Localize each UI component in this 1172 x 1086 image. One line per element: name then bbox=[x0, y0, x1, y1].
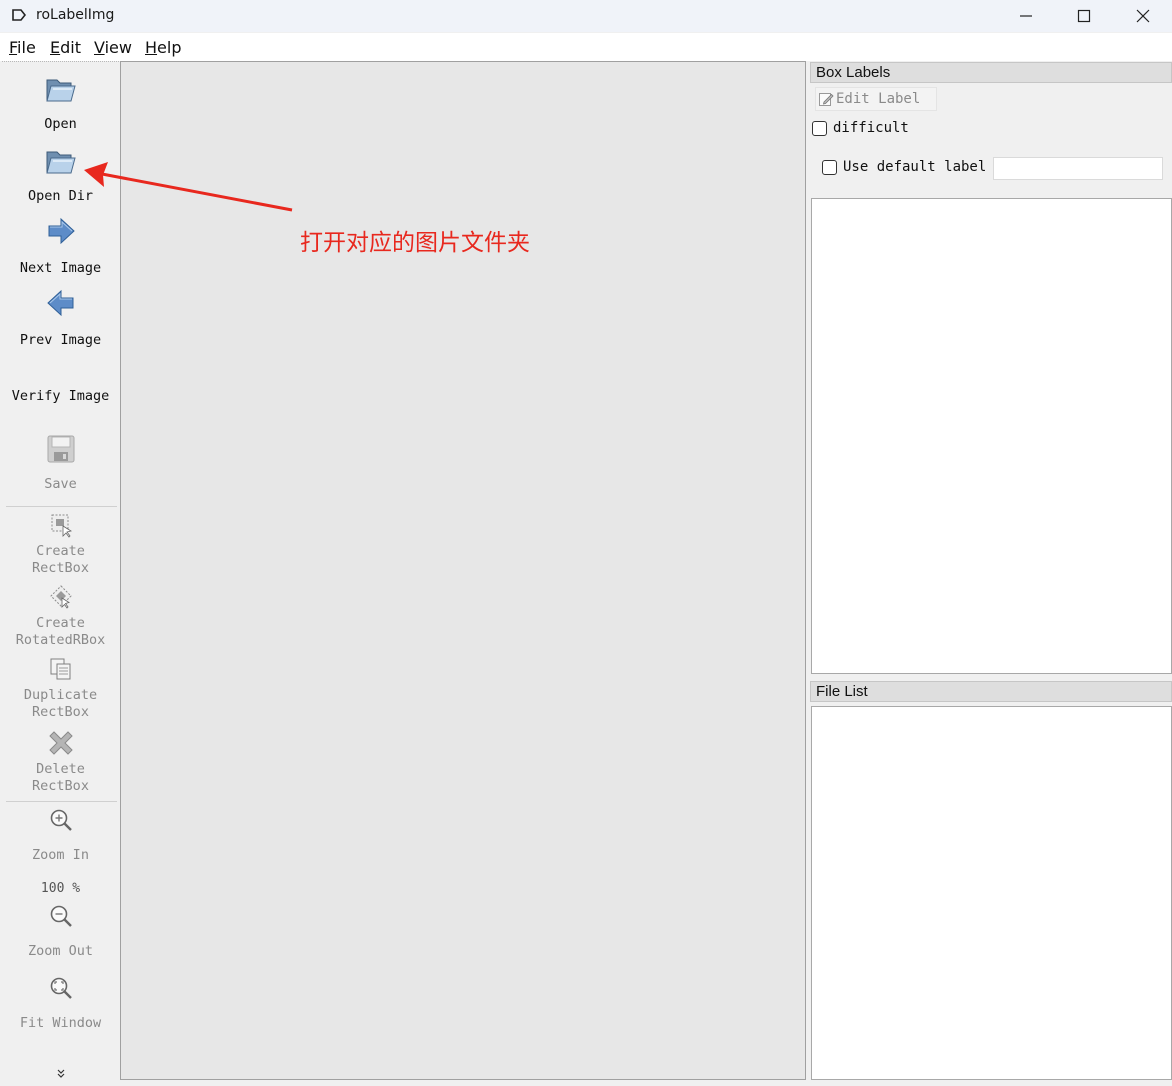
open-dir-button[interactable]: Open Dir bbox=[2, 144, 119, 205]
annotation-text: 打开对应的图片文件夹 bbox=[300, 230, 530, 256]
zoom-value-field[interactable]: 100 % bbox=[2, 878, 119, 900]
save-label: Save bbox=[44, 476, 77, 492]
menu-help[interactable]: Help bbox=[145, 38, 181, 57]
fit-window-icon bbox=[50, 977, 72, 999]
app-icon bbox=[12, 9, 26, 21]
window-title: roLabelImg bbox=[36, 7, 115, 23]
menu-file[interactable]: File bbox=[9, 38, 36, 57]
minimize-button[interactable] bbox=[997, 0, 1055, 32]
menu-bar: File Edit View Help bbox=[0, 33, 1172, 61]
delete-rectbox-label-line2: RectBox bbox=[32, 778, 89, 794]
fit-window-button[interactable]: Fit Window bbox=[2, 975, 119, 1032]
delete-rectbox-button[interactable]: Delete RectBox bbox=[2, 728, 119, 795]
difficult-checkbox[interactable] bbox=[812, 121, 827, 136]
open-label: Open bbox=[44, 116, 77, 132]
create-rotated-rbox-button[interactable]: Create RotatedRBox bbox=[2, 584, 119, 649]
menu-edit[interactable]: Edit bbox=[50, 38, 81, 57]
file-list-panel: File List bbox=[810, 681, 1172, 1083]
delete-x-icon bbox=[48, 731, 73, 755]
maximize-icon bbox=[1077, 9, 1091, 23]
create-rotated-label-line1: Create bbox=[36, 615, 85, 631]
difficult-label: difficult bbox=[833, 120, 909, 136]
toolbar-extension-chevron-icon[interactable] bbox=[55, 1067, 67, 1079]
toolbar: Open Open Dir Next Image Prev Image Veri… bbox=[2, 61, 119, 1083]
file-list[interactable] bbox=[811, 706, 1172, 1080]
copy-icon bbox=[50, 658, 70, 680]
file-list-title: File List bbox=[810, 681, 1172, 702]
zoom-out-icon bbox=[50, 905, 72, 927]
zoom-in-label: Zoom In bbox=[32, 847, 89, 863]
fit-window-label: Fit Window bbox=[19, 1015, 102, 1031]
title-bar: roLabelImg bbox=[0, 0, 1172, 32]
verify-image-label: Verify Image bbox=[11, 388, 110, 404]
open-dir-label: Open Dir bbox=[27, 188, 94, 204]
default-label-input[interactable] bbox=[993, 157, 1163, 180]
menu-view[interactable]: View bbox=[94, 38, 132, 57]
save-disk-icon bbox=[47, 435, 74, 463]
toolbar-separator bbox=[6, 506, 117, 507]
edit-label-text: Edit Label bbox=[836, 91, 921, 107]
zoom-in-icon bbox=[50, 809, 72, 831]
save-button[interactable]: Save bbox=[2, 434, 119, 493]
zoom-in-button[interactable]: Zoom In bbox=[2, 807, 119, 864]
verify-image-button[interactable]: Verify Image bbox=[2, 388, 119, 405]
duplicate-rectbox-button[interactable]: Duplicate RectBox bbox=[2, 656, 119, 721]
prev-image-button[interactable]: Prev Image bbox=[2, 288, 119, 349]
folder-open-icon bbox=[45, 151, 76, 174]
zoom-out-label: Zoom Out bbox=[27, 943, 94, 959]
next-image-button[interactable]: Next Image bbox=[2, 216, 119, 277]
arrow-right-icon bbox=[48, 217, 75, 245]
use-default-label-checkbox[interactable] bbox=[822, 160, 837, 175]
create-rotated-rbox-icon bbox=[49, 585, 72, 609]
image-canvas[interactable] bbox=[120, 61, 806, 1080]
duplicate-rectbox-label-line2: RectBox bbox=[32, 704, 89, 720]
folder-open-icon bbox=[45, 79, 76, 102]
maximize-button[interactable] bbox=[1055, 0, 1113, 32]
create-rectbox-label-line1: Create bbox=[36, 543, 85, 559]
box-labels-title: Box Labels bbox=[810, 62, 1172, 83]
edit-label-button[interactable]: Edit Label bbox=[815, 87, 937, 111]
create-rectbox-button[interactable]: Create RectBox bbox=[2, 512, 119, 577]
label-list[interactable] bbox=[811, 198, 1172, 674]
create-rotated-label-line2: RotatedRBox bbox=[15, 632, 106, 648]
arrow-left-icon bbox=[46, 289, 73, 317]
duplicate-rectbox-label-line1: Duplicate bbox=[23, 687, 98, 703]
box-labels-panel: Box Labels Edit Label difficult Use defa… bbox=[810, 62, 1172, 674]
edit-pencil-icon bbox=[819, 93, 834, 106]
open-button[interactable]: Open bbox=[2, 72, 119, 133]
toolbar-separator bbox=[6, 801, 117, 802]
create-rectbox-icon bbox=[51, 514, 72, 538]
next-image-label: Next Image bbox=[19, 260, 102, 276]
zoom-out-button[interactable]: Zoom Out bbox=[2, 903, 119, 960]
minimize-icon bbox=[1020, 15, 1032, 17]
delete-rectbox-label-line1: Delete bbox=[36, 761, 85, 777]
close-button[interactable] bbox=[1114, 0, 1172, 32]
close-icon bbox=[1136, 9, 1150, 23]
use-default-label-text: Use default label bbox=[843, 159, 987, 175]
create-rectbox-label-line2: RectBox bbox=[32, 560, 89, 576]
prev-image-label: Prev Image bbox=[19, 332, 102, 348]
